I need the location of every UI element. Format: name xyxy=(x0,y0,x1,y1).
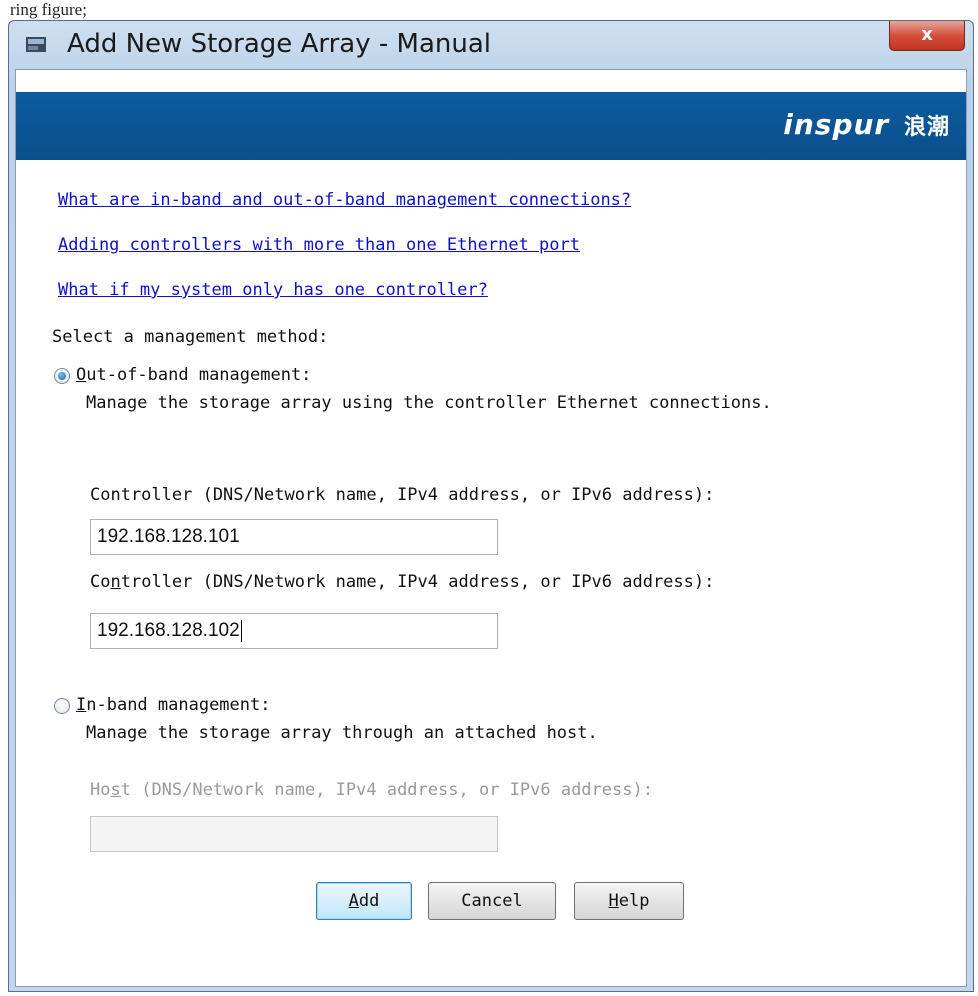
host-input[interactable] xyxy=(90,816,498,852)
link-multiple-ethernet[interactable]: Adding controllers with more than one Et… xyxy=(58,235,580,255)
dialog-content: What are in-band and out-of-band managem… xyxy=(16,160,966,988)
out-of-band-label[interactable]: Out-of-band management: xyxy=(76,365,311,385)
app-icon xyxy=(26,37,46,52)
text-caret xyxy=(240,619,242,642)
controller1-input[interactable]: 192.168.128.101 xyxy=(90,519,498,555)
brand-name: inspur xyxy=(783,108,890,141)
help-button[interactable]: Help xyxy=(574,882,684,920)
link-one-controller[interactable]: What if my system only has one controlle… xyxy=(58,280,488,300)
close-button[interactable]: x xyxy=(889,21,965,51)
controller2-input[interactable]: 192.168.128.102 xyxy=(90,613,498,649)
radio-out-of-band[interactable] xyxy=(54,368,70,384)
dialog-client: inspur 浪潮 What are in-band and out-of-ba… xyxy=(15,69,967,987)
cancel-button[interactable]: Cancel xyxy=(428,882,556,920)
brand-logo: inspur 浪潮 xyxy=(783,108,950,141)
controller2-label: Controller (DNS/Network name, IPv4 addre… xyxy=(90,572,715,592)
close-icon: x xyxy=(921,24,933,45)
window-title: Add New Storage Array - Manual xyxy=(67,29,491,59)
link-inband-outofband[interactable]: What are in-band and out-of-band managem… xyxy=(58,190,631,210)
page-caption: ring figure; xyxy=(10,0,87,19)
brand-banner: inspur 浪潮 xyxy=(16,92,966,160)
host-label: Host (DNS/Network name, IPv4 address, or… xyxy=(90,780,653,800)
title-bar[interactable]: Add New Storage Array - Manual x xyxy=(9,21,973,69)
controller1-label: Controller (DNS/Network name, IPv4 addre… xyxy=(90,485,715,505)
radio-in-band[interactable] xyxy=(54,698,70,714)
add-button[interactable]: Add xyxy=(316,882,412,920)
method-prompt: Select a management method: xyxy=(52,327,329,347)
in-band-label[interactable]: In-band management: xyxy=(76,695,270,715)
in-band-description: Manage the storage array through an atta… xyxy=(86,723,598,743)
out-of-band-description: Manage the storage array using the contr… xyxy=(86,393,772,413)
brand-name-cn: 浪潮 xyxy=(903,115,950,140)
dialog-window: Add New Storage Array - Manual x inspur … xyxy=(8,20,974,992)
